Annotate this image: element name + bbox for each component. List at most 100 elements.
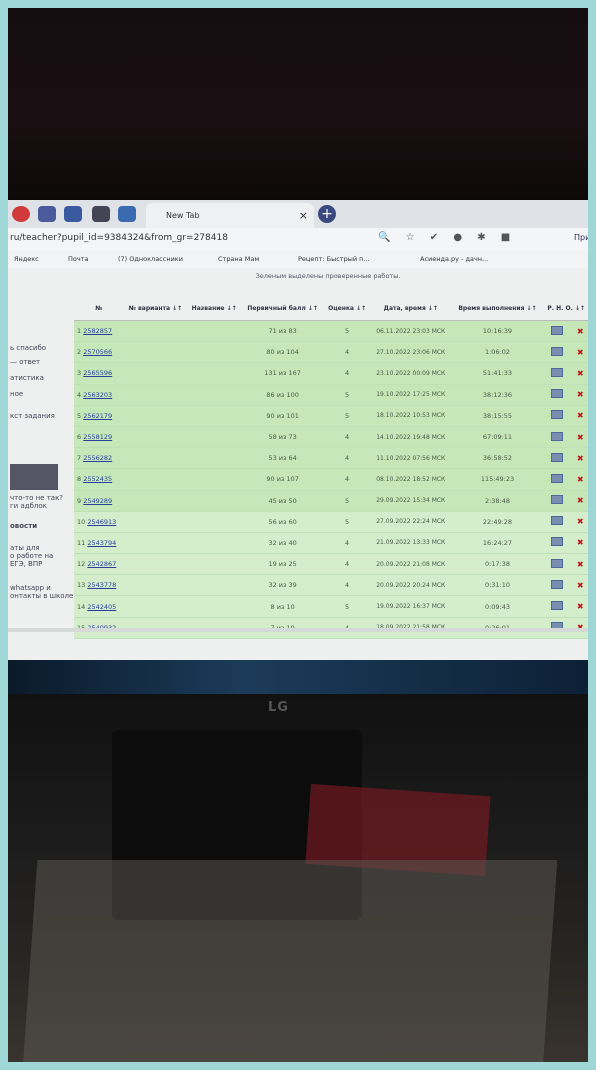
delete-icon[interactable]: ✖ [577,560,584,569]
sidebar-item[interactable]: о работе на [10,552,53,560]
variant-cell [123,468,188,491]
bookmark-item[interactable]: Яндекс [14,255,39,263]
delete-icon[interactable]: ✖ [577,517,584,526]
row-number: 2 2570566 [74,341,124,364]
sidebar-item[interactable]: что-то не так? [10,494,63,502]
variant-link[interactable]: 2543794 [87,539,116,547]
grade-cell: 4 [324,447,371,470]
delete-icon[interactable]: ✖ [577,602,584,611]
toolbar-icons[interactable]: 🔍 ☆ ✔ ● ✱ ■ [378,232,516,243]
delete-icon[interactable]: ✖ [577,369,584,378]
report-icon[interactable] [551,495,564,505]
delete-icon[interactable]: ✖ [577,538,584,547]
variant-link[interactable]: 2546913 [87,518,116,526]
delete-cell: ✖ [571,553,589,576]
sidebar-item[interactable]: whatsapp и [10,584,51,592]
variant-link[interactable]: 2565596 [83,369,112,377]
report-icon[interactable] [551,389,564,399]
report-icon[interactable] [551,558,564,568]
date-cell: 27.09.2022 22:24 МСК [370,511,452,533]
bookmark-item[interactable]: (7) Одноклассники [118,255,183,263]
sidebar-item[interactable]: ЕГЭ, ВПР [10,560,42,568]
col-header-score[interactable]: Первичный балл ↓↑ [241,296,325,321]
sidebar-item[interactable]: ь спасибо [10,344,46,352]
report-icon[interactable] [551,452,564,462]
address-bar[interactable]: ru/teacher?pupil_id=9384324&from_gr=2784… [8,228,596,250]
browser-icon[interactable] [12,206,30,222]
new-tab-button[interactable]: + [318,205,336,223]
delete-icon[interactable]: ✖ [577,327,584,336]
row-number: 11 2543794 [74,532,124,555]
delete-icon[interactable]: ✖ [577,433,584,442]
rno-cell [543,405,572,427]
col-header-no[interactable]: № [74,296,124,321]
report-icon[interactable] [551,601,564,611]
col-header-rno[interactable]: Р. Н. О. ↓↑ [543,296,589,321]
sidebar-item[interactable]: атистика [10,374,44,382]
tab-new-tab[interactable]: New Tab × [146,203,314,228]
variant-link[interactable]: 2542405 [87,603,116,611]
delete-icon[interactable]: ✖ [577,496,584,505]
bookmark-item[interactable]: Страна Мам [218,255,259,263]
row-number: 1 2582857 [74,320,124,343]
col-header-grade[interactable]: Оценка ↓↑ [324,296,371,321]
report-icon[interactable] [551,473,564,483]
report-icon[interactable] [551,537,564,547]
delete-icon[interactable]: ✖ [577,348,584,357]
variant-link[interactable]: 2563203 [83,391,112,399]
report-icon[interactable] [551,410,564,420]
delete-icon[interactable]: ✖ [577,390,584,399]
variant-link[interactable]: 2543778 [87,581,116,589]
close-icon[interactable]: × [299,209,308,222]
delete-icon[interactable]: ✖ [577,411,584,420]
tab-icon[interactable] [92,206,110,222]
monitor-bezel [8,660,596,694]
sidebar-item[interactable]: аты для [10,544,40,552]
bookmark-item[interactable]: Рецепт: Быстрый п... [298,255,370,263]
bookmark-item[interactable]: Почта [68,255,88,263]
variant-link[interactable]: 2556282 [83,454,112,462]
variant-link[interactable]: 2562179 [83,412,112,420]
table-row: 14 2542405 8 из 10 5 19.09.2022 16:37 МСК 0:… [74,595,589,618]
delete-icon[interactable]: ✖ [577,581,584,590]
variant-link[interactable]: 2570566 [83,348,112,356]
variant-link[interactable]: 2552435 [83,475,112,483]
variant-link[interactable]: 2582857 [83,327,112,335]
variant-link[interactable]: 2558129 [83,433,112,441]
rno-cell [543,574,572,597]
col-header-name[interactable]: Название ↓↑ [187,296,242,321]
col-header-date[interactable]: Дата, время ↓↑ [370,296,452,321]
name-cell [187,447,242,470]
delete-icon[interactable]: ✖ [577,454,584,463]
date-cell: 19.09.2022 16:37 МСК [370,595,452,618]
report-icon[interactable] [551,579,564,589]
sidebar-item[interactable]: онтакты в школе [10,592,73,600]
tab-icon[interactable] [118,206,136,222]
grade-cell: 5 [324,320,371,343]
vk-tab-icon[interactable] [38,206,56,222]
url-text[interactable]: ru/teacher?pupil_id=9384324&from_gr=2784… [10,233,228,243]
bookmark-item[interactable]: Асиенда.ру - дачн... [420,255,488,263]
table-row: 12 2542867 19 из 25 4 20.09.2022 21:08 МСК 0… [74,553,589,576]
duration-cell: 0:17:38 [451,553,544,576]
tab-icon[interactable] [64,206,82,222]
date-cell: 11.10.2022 07:56 МСК [370,447,452,470]
col-header-variant[interactable]: № варианта ↓↑ [123,296,188,321]
report-icon[interactable] [551,367,564,377]
sidebar-item[interactable]: ги адблок [10,502,47,510]
sidebar-item[interactable]: — ответ [10,358,40,366]
col-header-duration[interactable]: Время выполнения ↓↑ [451,296,544,321]
delete-icon[interactable]: ✖ [577,475,584,484]
variant-cell [123,426,188,449]
variant-cell [123,362,188,385]
report-icon[interactable] [551,431,564,441]
variant-link[interactable]: 2542867 [87,560,116,568]
report-icon[interactable] [551,325,564,335]
profile-label[interactable]: При [574,233,590,242]
sidebar-item[interactable]: ное [10,390,23,398]
sidebar-item[interactable]: кст задания [10,412,55,420]
report-icon[interactable] [551,346,564,356]
variant-link[interactable]: 2549289 [83,497,112,505]
name-cell [187,532,242,555]
report-icon[interactable] [551,516,564,526]
